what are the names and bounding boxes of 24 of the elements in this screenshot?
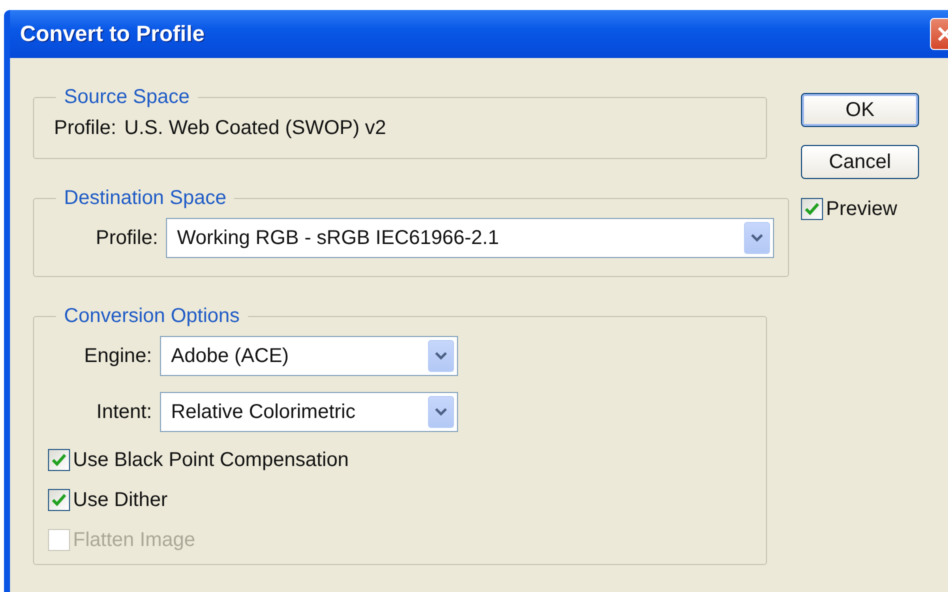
checkbox-label: Use Dither bbox=[73, 488, 168, 512]
group-title: Destination Space bbox=[63, 187, 228, 210]
dropdown[interactable]: Working RGB - sRGB IEC61966-2.1 bbox=[166, 218, 774, 258]
dialog-button[interactable]: OK bbox=[801, 93, 919, 127]
group-title: Conversion Options bbox=[63, 305, 241, 328]
field-label: Engine: bbox=[83, 344, 152, 368]
group-title: Source Space bbox=[63, 86, 191, 109]
checkmark-icon bbox=[52, 454, 66, 466]
checkbox[interactable] bbox=[48, 489, 70, 511]
dropdown[interactable]: Relative Colorimetric bbox=[160, 392, 458, 432]
checkbox[interactable] bbox=[48, 449, 70, 471]
checkbox-label: Flatten Image bbox=[73, 528, 196, 552]
field-label: Intent: bbox=[95, 400, 152, 424]
checkbox[interactable] bbox=[801, 198, 823, 220]
field-label: Profile: bbox=[94, 226, 158, 250]
dropdown[interactable]: Adobe (ACE) bbox=[160, 336, 458, 376]
profile-label: Profile: bbox=[54, 117, 116, 140]
checkmark-icon bbox=[805, 203, 819, 215]
window-title: Convert to Profile bbox=[19, 21, 205, 47]
profile-value: U.S. Web Coated (SWOP) v2 bbox=[124, 117, 386, 140]
checkbox-label: Use Black Point Compensation bbox=[73, 448, 349, 472]
dialog-button[interactable]: Cancel bbox=[801, 145, 919, 179]
checkmark-icon bbox=[52, 494, 66, 506]
checkbox-label: Preview bbox=[826, 198, 898, 220]
